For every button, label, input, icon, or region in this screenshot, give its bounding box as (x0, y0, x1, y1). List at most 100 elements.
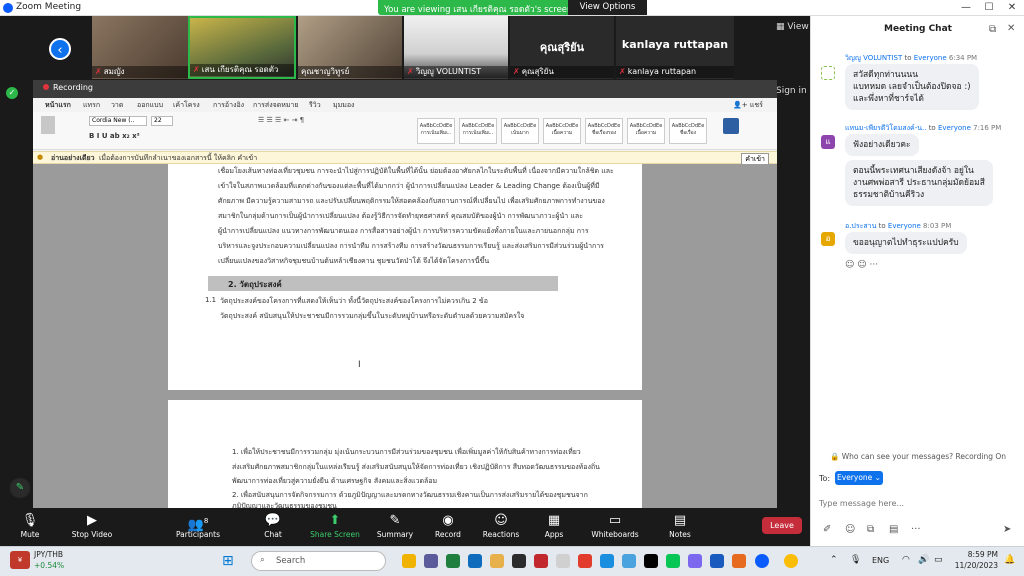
style-gallery-item[interactable]: AaBbCcDdEe เนื้อความ (627, 118, 665, 144)
notes-button[interactable]: ▤ Notes (650, 512, 710, 539)
widget-app-icon[interactable] (402, 554, 416, 568)
tray-chevron-icon[interactable]: ⌃ (830, 555, 838, 565)
currency-ticker[interactable]: JPY/THB +0.54% (34, 549, 64, 571)
taskbar-search[interactable]: ⌕ Search (251, 551, 386, 571)
styles-pane-icon[interactable] (723, 118, 739, 134)
file-explorer-icon[interactable] (490, 554, 504, 568)
share-screen-button[interactable]: ⬆ Share Screen (305, 512, 365, 539)
recipient-select[interactable]: Everyone ⌄ (835, 471, 883, 485)
doc-line: วัตถุประสงค์ สนับสนุนให้ประชาชนมีการรวมก… (220, 312, 525, 320)
tab-draw[interactable]: วาด (111, 100, 123, 111)
volume-icon[interactable]: 🔊 (918, 555, 929, 565)
participant-big-name: kanlaya ruttapan (621, 38, 729, 51)
participant-tile[interactable]: ✗ วิญญู VOLUNTIST (404, 16, 508, 79)
mcafee-icon[interactable] (534, 554, 548, 568)
view-button[interactable]: ▦ View (776, 22, 809, 32)
recording-icon (43, 84, 49, 90)
emoji-icon[interactable]: ☺ (845, 524, 855, 535)
font-name-select[interactable]: Cordia New (.. (89, 116, 147, 126)
share-screen-icon: ⬆ (329, 513, 341, 528)
avatar: อ (821, 232, 835, 246)
format-buttons-icon[interactable]: B I U ab x₂ x² (89, 132, 140, 140)
tab-review[interactable]: รีวิว (309, 100, 321, 111)
style-gallery-item[interactable]: AaBbCcDdEe การเน้นเพิ่มเ.. (459, 118, 497, 144)
wifi-icon[interactable]: ◠ (902, 555, 910, 565)
share-doc-button[interactable]: 👤+ แชร์ (733, 100, 763, 111)
summary-button[interactable]: ✎ Summary (365, 512, 425, 539)
participant-tile[interactable]: คุณชาญวิทูรย์ (298, 16, 402, 79)
ticker-change: +0.54% (34, 561, 65, 570)
popout-icon[interactable]: ⧉ (989, 24, 996, 35)
who-can-see-link[interactable]: Who can see your messages? Recording On (842, 452, 1006, 461)
font-size-select[interactable]: 22 (151, 116, 173, 126)
app-icon[interactable] (600, 554, 614, 568)
tiktok-icon[interactable] (644, 554, 658, 568)
format-icon[interactable]: ✐ (823, 524, 831, 535)
app-icon[interactable] (732, 554, 746, 568)
react-icon[interactable] (622, 554, 636, 568)
attach-file-icon[interactable]: ▤ (889, 524, 898, 535)
mute-button[interactable]: 🎙 Mute (0, 512, 60, 539)
shield-icon: ✓ (6, 87, 18, 99)
tab-home[interactable]: หน้าแรก (45, 100, 71, 111)
style-gallery-item[interactable]: AaBbCcDdEe เนื้อความ (543, 118, 581, 144)
style-gallery-item[interactable]: AaBbCcDdEe ชื่อเรื่องรอง (585, 118, 623, 144)
record-icon: ◉ (442, 513, 454, 528)
record-button[interactable]: ◉ Record (418, 512, 478, 539)
style-gallery-item[interactable]: AaBbCcDdEe เน้นมาก (501, 118, 539, 144)
participant-tile[interactable]: ✗ สมญัง (92, 16, 196, 79)
close-chat-icon[interactable]: ✕ (1007, 23, 1015, 34)
line-icon[interactable] (666, 554, 680, 568)
screenshot-icon[interactable]: ⧉ (867, 524, 874, 535)
zoom-taskbar-icon[interactable] (755, 554, 769, 568)
tab-references[interactable]: การอ้างอิง (213, 100, 244, 111)
tab-layout[interactable]: เค้าโครง (173, 100, 200, 111)
start-menu-icon[interactable]: ⊞ (222, 553, 234, 569)
close-button[interactable]: ✕ (998, 0, 1024, 16)
chrome-icon[interactable] (784, 554, 798, 568)
tab-design[interactable]: ออกแบบ (137, 100, 163, 111)
tab-view[interactable]: มุมมอง (333, 100, 354, 111)
app-icon[interactable] (446, 554, 460, 568)
react-emoji-icon[interactable]: ☺ ☺ ··· (845, 260, 878, 270)
edge-icon[interactable] (468, 554, 482, 568)
participant-tile[interactable]: kanlaya ruttapan ✗ kanlaya ruttapan (616, 16, 734, 79)
reactions-button[interactable]: ☺ Reactions (471, 512, 531, 539)
notifications-icon[interactable]: 🔔 (1004, 555, 1015, 565)
participant-tile[interactable]: คุณสุริยัน ✗ คุณสุริยัน (510, 16, 614, 79)
app-icon[interactable] (512, 554, 526, 568)
chat-button[interactable]: 💬 Chat (243, 512, 303, 539)
chat-message: ตอนนี้พระเทศนาเสียงดังจ้า อยู่ใน งานศพพ่… (845, 160, 993, 206)
task-view-icon[interactable] (424, 554, 438, 568)
chat-input[interactable] (819, 493, 1017, 513)
chat-message: ฟังอย่างเดียวคะ (845, 134, 919, 156)
sign-in-link[interactable]: Sign in (776, 86, 807, 96)
stop-video-button[interactable]: ▶ Stop Video (62, 512, 122, 539)
tab-insert[interactable]: แทรก (83, 100, 100, 111)
paragraph-tools-icon[interactable]: ☰ ☰ ☰ ⇤ ⇥ ¶ (258, 116, 304, 124)
whiteboards-button[interactable]: ▭ Whiteboards (585, 512, 645, 539)
tray-mic-icon[interactable]: 🎙 (850, 555, 861, 565)
msgbar-text: เมื่อต้องการบันทึกลำเนาของเอกสารนี้ ให้ค… (99, 154, 258, 162)
system-clock[interactable]: 8:59 PM 11/20/2023 (952, 549, 998, 571)
paste-icon[interactable] (41, 116, 55, 134)
style-gallery-item[interactable]: AaBbCcDdEe การเน้นเพิ่มเ.. (417, 118, 455, 144)
currency-widget-icon[interactable]: ¥ (10, 551, 30, 569)
language-indicator[interactable]: ENG (872, 556, 889, 565)
more-icon[interactable]: ··· (911, 524, 921, 535)
app-icon[interactable] (688, 554, 702, 568)
apps-button[interactable]: ▦ Apps (524, 512, 584, 539)
participant-tile-active-speaker[interactable]: ✗ เสน เกียรติคุณ รอดตัว (188, 16, 296, 79)
view-options-button[interactable]: View Options (568, 0, 647, 15)
opera-icon[interactable] (578, 554, 592, 568)
word-icon[interactable] (710, 554, 724, 568)
app-icon[interactable] (556, 554, 570, 568)
style-gallery-item[interactable]: AaBbCcDdEe ชื่อเรื่อง (669, 118, 707, 144)
send-icon[interactable]: ➤ (1003, 524, 1011, 535)
gallery-back-icon[interactable]: ‹ (49, 38, 71, 60)
battery-icon[interactable]: ▭ (934, 555, 943, 565)
tab-mailings[interactable]: การส่งจดหมาย (253, 100, 299, 111)
participants-button[interactable]: 👥8 Participants (168, 512, 228, 539)
annotate-pencil-icon[interactable]: ✎ (10, 478, 30, 498)
leave-button[interactable]: Leave (762, 517, 802, 534)
